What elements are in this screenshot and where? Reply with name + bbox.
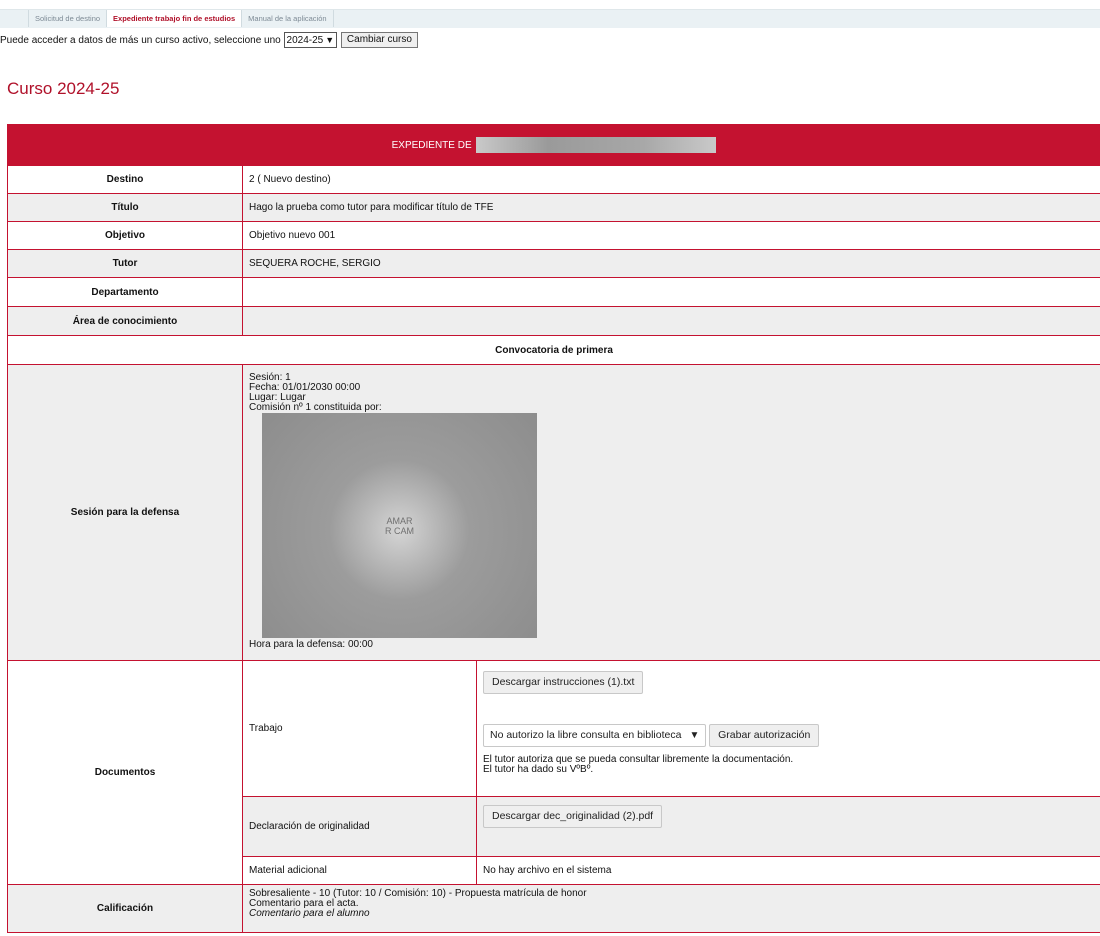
- sesion-committee: Comisión nº 1 constituida por:: [249, 402, 382, 413]
- library-consult-select[interactable]: No autorizo la libre consulta en bibliot…: [483, 724, 707, 747]
- tutor-value: SEQUERA ROCHE, SERGIO: [241, 249, 1100, 278]
- originalidad-label: Declaración de originalidad: [242, 796, 477, 857]
- calificacion-grade: Sobresaliente - 10 (Tutor: 10 / Comisión…: [249, 888, 587, 899]
- page-title: Curso 2024-25: [7, 79, 120, 98]
- area-value: [241, 306, 1100, 336]
- area-label: Área de conocimiento: [7, 306, 243, 336]
- titulo-label: Título: [7, 193, 243, 222]
- tab-manual[interactable]: Manual de la aplicación: [242, 10, 334, 27]
- destino-label: Destino: [7, 165, 243, 194]
- sesion-number: Sesión: 1: [249, 372, 291, 383]
- change-course-button[interactable]: Cambiar curso: [340, 32, 418, 49]
- documentos-label: Documentos: [7, 660, 243, 885]
- tutor-label: Tutor: [7, 249, 243, 278]
- tab-expediente-tfe[interactable]: Expediente trabajo fin de estudios: [107, 10, 243, 27]
- download-instructions-button[interactable]: Descargar instrucciones (1).txt: [483, 671, 644, 694]
- calificacion-details: Sobresaliente - 10 (Tutor: 10 / Comisión…: [241, 884, 1100, 933]
- save-authorization-button[interactable]: Grabar autorización: [709, 724, 820, 747]
- sesion-label: Sesión para la defensa: [7, 364, 243, 661]
- library-consult-select-value: No autorizo la libre consulta en bibliot…: [490, 729, 682, 741]
- calificacion-comment-acta: Comentario para el acta.: [249, 898, 359, 909]
- trabajo-label: Trabajo: [242, 660, 477, 797]
- destino-value: 2 ( Nuevo destino): [241, 165, 1100, 194]
- redacted-committee-image: AMAR R CAM: [262, 413, 537, 638]
- sesion-date: Fecha: 01/01/2030 00:00: [249, 382, 361, 393]
- calificacion-comment-alumno: Comentario para el alumno: [249, 908, 370, 919]
- chevron-down-icon: ▼: [325, 35, 335, 46]
- redacted-name: [476, 137, 717, 153]
- tutor-approval-note: El tutor ha dado su VºBº.: [483, 764, 594, 775]
- trabajo-cell: Descargar instrucciones (1).txt No autor…: [475, 660, 1100, 797]
- top-tab-bar: Solicitud de destino Expediente trabajo f…: [0, 9, 1100, 28]
- expediente-table: EXPEDIENTE DE Destino 2 ( Nuevo destino)…: [6, 124, 1100, 933]
- sesion-defense-time: Hora para la defensa: 00:00: [249, 639, 373, 650]
- convocatoria-heading: Convocatoria de primera: [6, 335, 1100, 365]
- sesion-details: Sesión: 1 Fecha: 01/01/2030 00:00 Lugar:…: [241, 364, 1100, 661]
- objetivo-label: Objetivo: [7, 221, 243, 250]
- calificacion-label: Calificación: [7, 884, 243, 933]
- material-value: No hay archivo en el sistema: [475, 856, 1100, 885]
- course-selector-row: Puede acceder a datos de más un curso ac…: [0, 31, 418, 51]
- tab-solicitud-destino[interactable]: Solicitud de destino: [28, 10, 108, 27]
- expediente-header-title: EXPEDIENTE DE: [391, 139, 472, 151]
- objetivo-value: Objetivo nuevo 001: [241, 221, 1100, 250]
- originalidad-cell: Descargar dec_originalidad (2).pdf: [475, 796, 1100, 857]
- material-label: Material adicional: [242, 856, 477, 885]
- chevron-down-icon: ▼: [689, 730, 700, 741]
- titulo-value: Hago la prueba como tutor para modificar…: [241, 193, 1100, 222]
- download-originality-button[interactable]: Descargar dec_originalidad (2).pdf: [483, 805, 663, 828]
- departamento-value: [241, 277, 1100, 307]
- expediente-header: EXPEDIENTE DE: [6, 124, 1100, 166]
- departamento-label: Departamento: [7, 277, 243, 307]
- course-select[interactable]: 2024-25 ▼: [283, 32, 338, 49]
- course-selector-prompt: Puede acceder a datos de más un curso ac…: [0, 35, 281, 46]
- course-select-value: 2024-25: [286, 35, 324, 47]
